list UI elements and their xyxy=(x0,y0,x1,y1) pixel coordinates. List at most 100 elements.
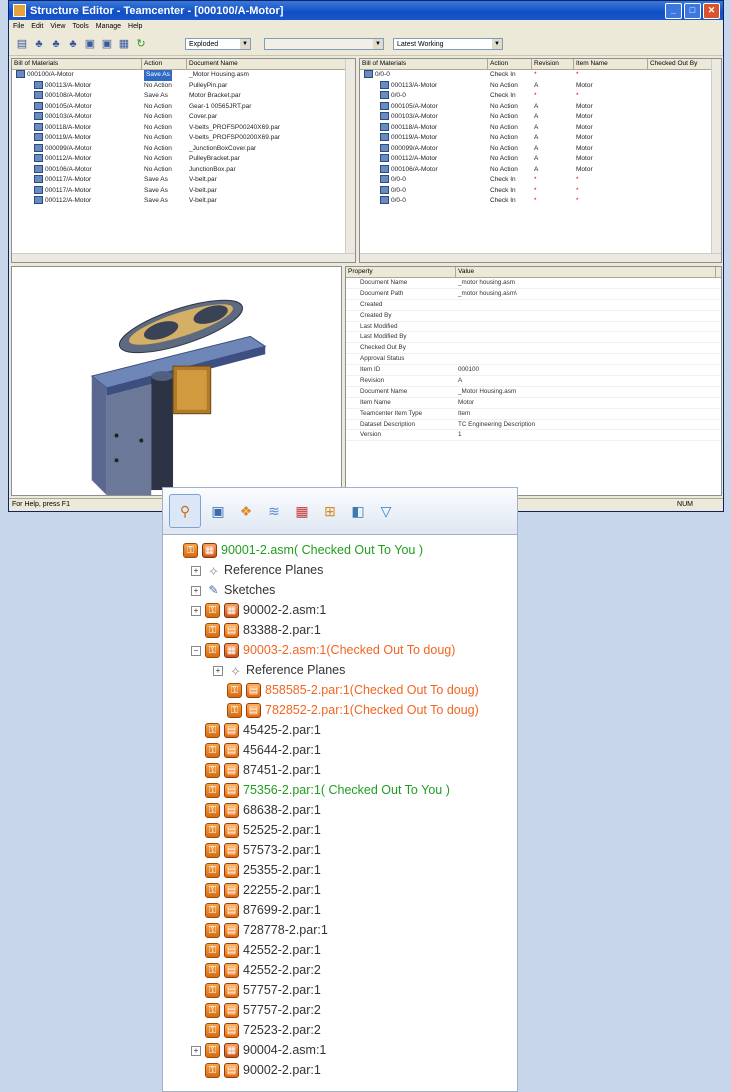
tree-item[interactable]: ⚿ ▤ 83388-2.par:1 xyxy=(205,620,321,640)
menu-edit[interactable]: Edit xyxy=(31,23,43,30)
action-cell[interactable]: No Action xyxy=(142,133,187,144)
tree-item[interactable]: ⚿ ▤ 45425-2.par:1 xyxy=(205,720,321,740)
action-cell[interactable]: Save As xyxy=(142,70,187,81)
table-row[interactable]: 000099/A-Motor No Action A Motor xyxy=(360,143,721,155)
tree-item[interactable]: ⚿ ▦ 90001-2.asm( Checked Out To You ) xyxy=(183,540,423,560)
vertical-scrollbar[interactable] xyxy=(345,59,355,262)
menu-manage[interactable]: Manage xyxy=(96,23,121,30)
property-row[interactable]: Document Path _motor housing.asm\ xyxy=(346,289,721,300)
window-titlebar[interactable]: Structure Editor - Teamcenter - [000100/… xyxy=(9,1,723,20)
col-property[interactable]: Property xyxy=(346,267,456,277)
tree-item[interactable]: ⚿ ▤ 75356-2.par:1( Checked Out To You ) xyxy=(205,780,450,800)
layers-icon[interactable]: ≋ xyxy=(263,500,285,522)
pathfinder-icon[interactable]: ⚲ xyxy=(169,494,201,528)
search-combo[interactable]: ▼ xyxy=(264,38,384,50)
table-row[interactable]: 000112/A-Motor No Action A Motor xyxy=(360,154,721,165)
table-row[interactable]: 000103/A-Motor No Action Cover.par xyxy=(12,112,355,123)
action-cell[interactable]: Save As xyxy=(142,91,187,102)
tree-item[interactable]: ⚿ ▤ 782852-2.par:1(Checked Out To doug) xyxy=(227,700,479,720)
property-row[interactable]: Item ID 000100 xyxy=(346,365,721,377)
menu-file[interactable]: File xyxy=(13,23,24,30)
tree-item[interactable]: ⚿ ▤ 90002-2.par:1 xyxy=(205,1060,321,1080)
table-row[interactable]: 000106/A-Motor No Action A Motor xyxy=(360,164,721,176)
property-row[interactable]: Dataset Description TC Engineering Descri… xyxy=(346,420,721,431)
chevron-down-icon[interactable]: ▼ xyxy=(492,39,502,49)
menu-help[interactable]: Help xyxy=(128,23,142,30)
menu-view[interactable]: View xyxy=(50,23,65,30)
tree-item[interactable]: ⟡ Reference Planes xyxy=(207,560,323,580)
expand-icon[interactable]: + xyxy=(213,666,223,676)
col-action[interactable]: Action xyxy=(488,59,532,69)
tree-item[interactable]: ⚿ ▤ 87699-2.par:1 xyxy=(205,900,321,920)
table-row[interactable]: 000108/A-Motor Save As Motor Bracket.par xyxy=(12,91,355,102)
table-row[interactable]: 000118/A-Motor No Action V-belts_PROFSP002… xyxy=(12,122,355,134)
table-row[interactable]: 000112/A-Motor Save As V-belt.par xyxy=(12,196,355,207)
maximize-button[interactable]: □ xyxy=(684,3,701,19)
assign-icon[interactable]: ▦ xyxy=(117,37,131,51)
property-row[interactable]: Approval Status xyxy=(346,354,721,366)
collapse-icon[interactable]: − xyxy=(191,646,201,656)
tree-item[interactable]: ⚿ ▤ 57573-2.par:1 xyxy=(205,840,321,860)
table-row[interactable]: 000113/A-Motor No Action PulleyPin.par xyxy=(12,80,355,92)
col-bill-of-materials[interactable]: Bill of Materials xyxy=(12,59,142,69)
table-row[interactable]: 0/0-0 Check In * * xyxy=(360,91,721,102)
table-row[interactable]: 000106/A-Motor No Action JunctionBox.par xyxy=(12,164,355,176)
col-action[interactable]: Action xyxy=(142,59,187,69)
revision-rule-select[interactable]: Latest Working ▼ xyxy=(393,38,503,50)
property-row[interactable]: Item Name Motor xyxy=(346,398,721,409)
col-value[interactable]: Value xyxy=(456,267,716,277)
view-mode-select[interactable]: Exploded ▼ xyxy=(185,38,251,50)
tree-item[interactable]: ⚿ ▤ 25355-2.par:1 xyxy=(205,860,321,880)
property-row[interactable]: Version 1 xyxy=(346,430,721,442)
table-row[interactable]: 000117/A-Motor Save As V-belt.par xyxy=(12,175,355,186)
table-row[interactable]: 000099/A-Motor No Action _JunctionBoxCover… xyxy=(12,143,355,155)
menu-tools[interactable]: Tools xyxy=(72,23,88,30)
property-row[interactable]: Created xyxy=(346,300,721,311)
tree-item[interactable]: ⚿ ▦ 90003-2.asm:1(Checked Out To doug) xyxy=(205,640,455,660)
parts-icon[interactable]: ▣ xyxy=(207,500,229,522)
table-row[interactable]: 000105/A-Motor No Action A Motor xyxy=(360,101,721,113)
features-icon[interactable]: ▦ xyxy=(291,500,313,522)
action-cell[interactable]: No Action xyxy=(142,154,187,165)
close-button[interactable]: ✕ xyxy=(703,3,720,19)
col-revision[interactable]: Revision xyxy=(532,59,574,69)
table-row[interactable]: 000119/A-Motor No Action A Motor xyxy=(360,133,721,144)
table-row[interactable]: 0/0-0 Check In * * xyxy=(360,185,721,197)
action-cell[interactable]: Save As xyxy=(142,186,187,197)
action-cell[interactable]: Save As xyxy=(142,175,187,186)
action-cell[interactable]: Save As xyxy=(142,196,187,207)
table-row[interactable]: 000119/A-Motor No Action V-belts_PROFSP002… xyxy=(12,133,355,144)
table-row[interactable]: 000105/A-Motor No Action Gear-1 00565JRT.p… xyxy=(12,101,355,113)
table-row[interactable]: 000118/A-Motor No Action A Motor xyxy=(360,122,721,134)
tree-item[interactable]: ⚿ ▦ 90004-2.asm:1 xyxy=(205,1040,326,1060)
model-viewport[interactable] xyxy=(11,266,342,496)
horizontal-scrollbar[interactable] xyxy=(360,253,721,262)
tree-item[interactable]: ⟡ Reference Planes xyxy=(229,660,345,680)
vertical-scrollbar[interactable] xyxy=(711,59,721,262)
tree-item[interactable]: ⚿ ▤ 68638-2.par:1 xyxy=(205,800,321,820)
refresh-icon[interactable]: ↻ xyxy=(134,37,148,51)
property-row[interactable]: Teamcenter Item Type Item xyxy=(346,409,721,420)
action-cell[interactable]: No Action xyxy=(142,165,187,176)
chevron-down-icon[interactable]: ▼ xyxy=(373,39,383,49)
property-row[interactable]: Revision A xyxy=(346,376,721,387)
sensors-icon[interactable]: ⊞ xyxy=(319,500,341,522)
tree-item[interactable]: ⚿ ▤ 45644-2.par:1 xyxy=(205,740,321,760)
open-icon[interactable]: ▤ xyxy=(15,37,29,51)
tree-item[interactable]: ⚿ ▤ 858585-2.par:1(Checked Out To doug) xyxy=(227,680,479,700)
table-row[interactable]: 0/0-0 Check In * * xyxy=(360,196,721,207)
property-row[interactable]: Last Modified xyxy=(346,322,721,333)
action-cell[interactable]: No Action xyxy=(142,102,187,113)
property-row[interactable]: Document Name _motor housing.asm xyxy=(346,278,721,289)
expand-icon[interactable]: + xyxy=(191,606,201,616)
tree-item[interactable]: ⚿ ▤ 728778-2.par:1 xyxy=(205,920,328,940)
tree-item[interactable]: ⚿ ▤ 57757-2.par:2 xyxy=(205,1000,321,1020)
tree-item[interactable]: ⚿ ▤ 87451-2.par:1 xyxy=(205,760,321,780)
col-document-name[interactable]: Document Name xyxy=(187,59,347,69)
table-row[interactable]: 000112/A-Motor No Action PulleyBracket.par xyxy=(12,154,355,165)
tree-item[interactable]: ⚿ ▦ 90002-2.asm:1 xyxy=(205,600,326,620)
tree-item[interactable]: ⚿ ▤ 57757-2.par:1 xyxy=(205,980,321,1000)
part-copy-icon[interactable]: ▣ xyxy=(100,37,114,51)
col-checked-out-by[interactable]: Checked Out By xyxy=(648,59,712,69)
property-row[interactable]: Created By xyxy=(346,311,721,322)
